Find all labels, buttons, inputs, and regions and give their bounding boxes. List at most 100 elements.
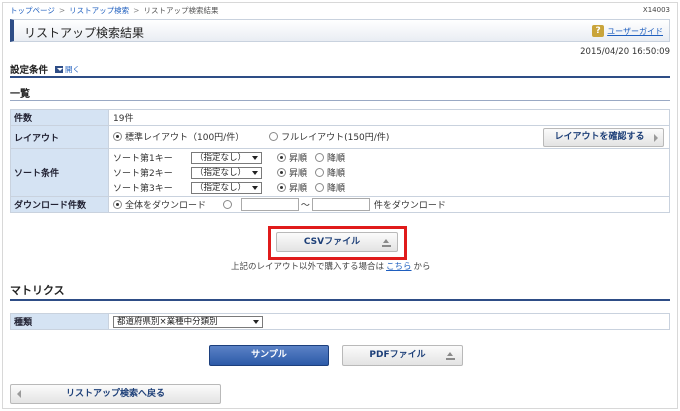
confirm-layout-label: レイアウトを確認する	[554, 132, 645, 142]
layout-label: レイアウト	[10, 125, 109, 149]
divider	[10, 76, 670, 78]
download-all-option[interactable]: 全体をダウンロード	[113, 198, 206, 211]
sort-desc-radio[interactable]	[315, 183, 325, 192]
download-label: ダウンロード件数	[10, 196, 109, 213]
sort-desc-label: 降順	[327, 184, 346, 194]
sort-desc-label: 降順	[327, 169, 346, 179]
download-from-input[interactable]	[240, 197, 299, 211]
sort-label: ソート条件	[10, 148, 109, 197]
divider	[10, 299, 670, 301]
matrix-type-label: 種類	[10, 313, 109, 330]
count-label: 件数	[10, 109, 109, 126]
sort-key-select[interactable]: （指定なし）	[191, 181, 262, 194]
matrix-heading: マトリクス	[10, 284, 65, 297]
sort-row: ソート条件 ソート第1キー （指定なし） 昇順 降順 ソート第2キー （指定なし…	[10, 148, 670, 197]
radio-selected-icon[interactable]	[113, 132, 122, 141]
overview-table: 件数 19件 レイアウト 標準レイアウト（100円/件） フルレイアウト(150…	[10, 109, 670, 213]
download-range-suffix: 件をダウンロード	[373, 200, 446, 211]
matrix-type-select[interactable]: 都道府県別×業種中分類別	[113, 315, 263, 328]
dropdown-arrow-icon	[252, 185, 258, 190]
conditions-title: 設定条件	[10, 65, 49, 76]
purchase-note: 上記のレイアウト以外で購入する場合は こちら から	[231, 260, 431, 272]
sort-asc-radio[interactable]	[277, 168, 286, 177]
radio-icon[interactable]	[269, 132, 279, 141]
download-cell: 全体をダウンロード 〜 件をダウンロード	[108, 196, 670, 213]
sort-key-value: （指定なし）	[195, 182, 247, 193]
user-guide-label[interactable]: ユーザーガイド	[607, 26, 663, 37]
sort-desc-radio[interactable]	[315, 168, 325, 177]
sort-key-row: ソート第2キー （指定なし） 昇順 降順	[113, 165, 345, 180]
purchase-link[interactable]: こちら	[386, 262, 412, 272]
dropdown-arrow-icon	[252, 170, 258, 175]
matrix-type-cell: 都道府県別×業種中分類別	[108, 313, 670, 330]
sort-key-label: ソート第2キー	[113, 169, 173, 179]
sort-asc-radio[interactable]	[277, 153, 286, 162]
breadcrumb-top[interactable]: トップページ	[10, 6, 55, 15]
breadcrumb-current: リストアップ検索結果	[143, 6, 219, 15]
matrix-type-row: 種類 都道府県別×業種中分類別	[10, 313, 670, 330]
help-icon: ?	[592, 25, 605, 37]
sort-asc-radio[interactable]	[277, 183, 286, 192]
confirm-layout-button[interactable]: レイアウトを確認する	[543, 128, 664, 147]
download-to-input[interactable]	[311, 197, 370, 211]
title-bar: リストアップ検索結果 ? ユーザーガイド	[10, 19, 670, 42]
note-text: 上記のレイアウト以外で購入する場合は	[231, 262, 385, 272]
radio-selected-icon[interactable]	[113, 199, 122, 209]
sample-button-label: サンプル	[251, 350, 287, 360]
layout-row: レイアウト 標準レイアウト（100円/件） フルレイアウト(150円/件) レイ…	[10, 125, 670, 149]
sort-desc-label: 降順	[327, 154, 346, 164]
highlight-frame	[268, 226, 407, 260]
breadcrumb-separator: >	[58, 6, 66, 15]
back-button-label: リストアップ検索へ戻る	[65, 389, 165, 399]
chevron-left-icon	[17, 390, 21, 398]
sort-key-row: ソート第1キー （指定なし） 昇順 降順	[113, 150, 345, 165]
range-separator: 〜	[300, 200, 310, 211]
expand-icon	[55, 65, 64, 73]
sort-key-select[interactable]: （指定なし）	[191, 151, 262, 164]
divider	[10, 100, 670, 101]
overview-heading: 一覧	[10, 89, 30, 100]
page-title: リストアップ検索結果	[24, 26, 145, 40]
pdf-button-label: PDFファイル	[369, 350, 426, 360]
note-suffix: から	[413, 262, 431, 272]
layout-cell: 標準レイアウト（100円/件） フルレイアウト(150円/件) レイアウトを確認…	[108, 125, 670, 149]
count-row: 件数 19件	[10, 109, 670, 126]
sort-key-select[interactable]: （指定なし）	[191, 166, 262, 179]
sort-cell: ソート第1キー （指定なし） 昇順 降順 ソート第2キー （指定なし） 昇順 降…	[108, 148, 670, 197]
layout-option-full[interactable]: フルレイアウト(150円/件)	[269, 130, 389, 143]
breadcrumb-listup-search[interactable]: リストアップ検索	[69, 6, 129, 15]
download-icon	[446, 352, 455, 360]
sample-button[interactable]: サンプル	[209, 345, 329, 366]
timestamp: 2015/04/20 16:50:09	[580, 47, 670, 57]
breadcrumb-separator: >	[133, 6, 140, 15]
matrix-type-value: 都道府県別×業種中分類別	[117, 316, 218, 327]
matrix-table: 種類 都道府県別×業種中分類別	[10, 313, 670, 330]
sort-asc-label: 昇順	[289, 184, 308, 194]
download-range-option: 〜 件をダウンロード	[222, 197, 446, 211]
chevron-right-icon	[654, 133, 658, 142]
sort-desc-radio[interactable]	[315, 153, 325, 162]
download-range-radio[interactable]	[222, 199, 232, 209]
screen-id: X14003	[642, 6, 670, 14]
dropdown-arrow-icon	[253, 319, 259, 324]
dropdown-arrow-icon	[252, 155, 258, 160]
download-all-label: 全体をダウンロード	[125, 200, 207, 211]
pdf-download-button[interactable]: PDFファイル	[342, 345, 463, 366]
layout-option-standard[interactable]: 標準レイアウト（100円/件）	[113, 130, 244, 143]
breadcrumb: トップページ > リストアップ検索 > リストアップ検索結果	[10, 5, 218, 16]
user-guide-link[interactable]: ? ユーザーガイド	[592, 25, 663, 37]
back-to-search-button[interactable]: リストアップ検索へ戻る	[10, 384, 221, 404]
layout-option-full-label: フルレイアウト(150円/件)	[281, 133, 390, 143]
count-value: 19件	[108, 109, 670, 126]
sort-key-label: ソート第3キー	[113, 184, 173, 194]
sort-key-label: ソート第1キー	[113, 154, 173, 164]
download-row: ダウンロード件数 全体をダウンロード 〜 件をダウンロード	[10, 196, 670, 213]
sort-asc-label: 昇順	[289, 154, 308, 164]
conditions-open-label[interactable]: 開く	[65, 64, 80, 75]
sort-key-value: （指定なし）	[195, 152, 247, 163]
sort-key-row: ソート第3キー （指定なし） 昇順 降順	[113, 180, 345, 195]
sort-key-value: （指定なし）	[195, 167, 247, 178]
sort-asc-label: 昇順	[289, 169, 308, 179]
conditions-open-toggle[interactable]: 開く	[55, 64, 80, 75]
layout-option-standard-label: 標準レイアウト（100円/件）	[125, 133, 245, 143]
